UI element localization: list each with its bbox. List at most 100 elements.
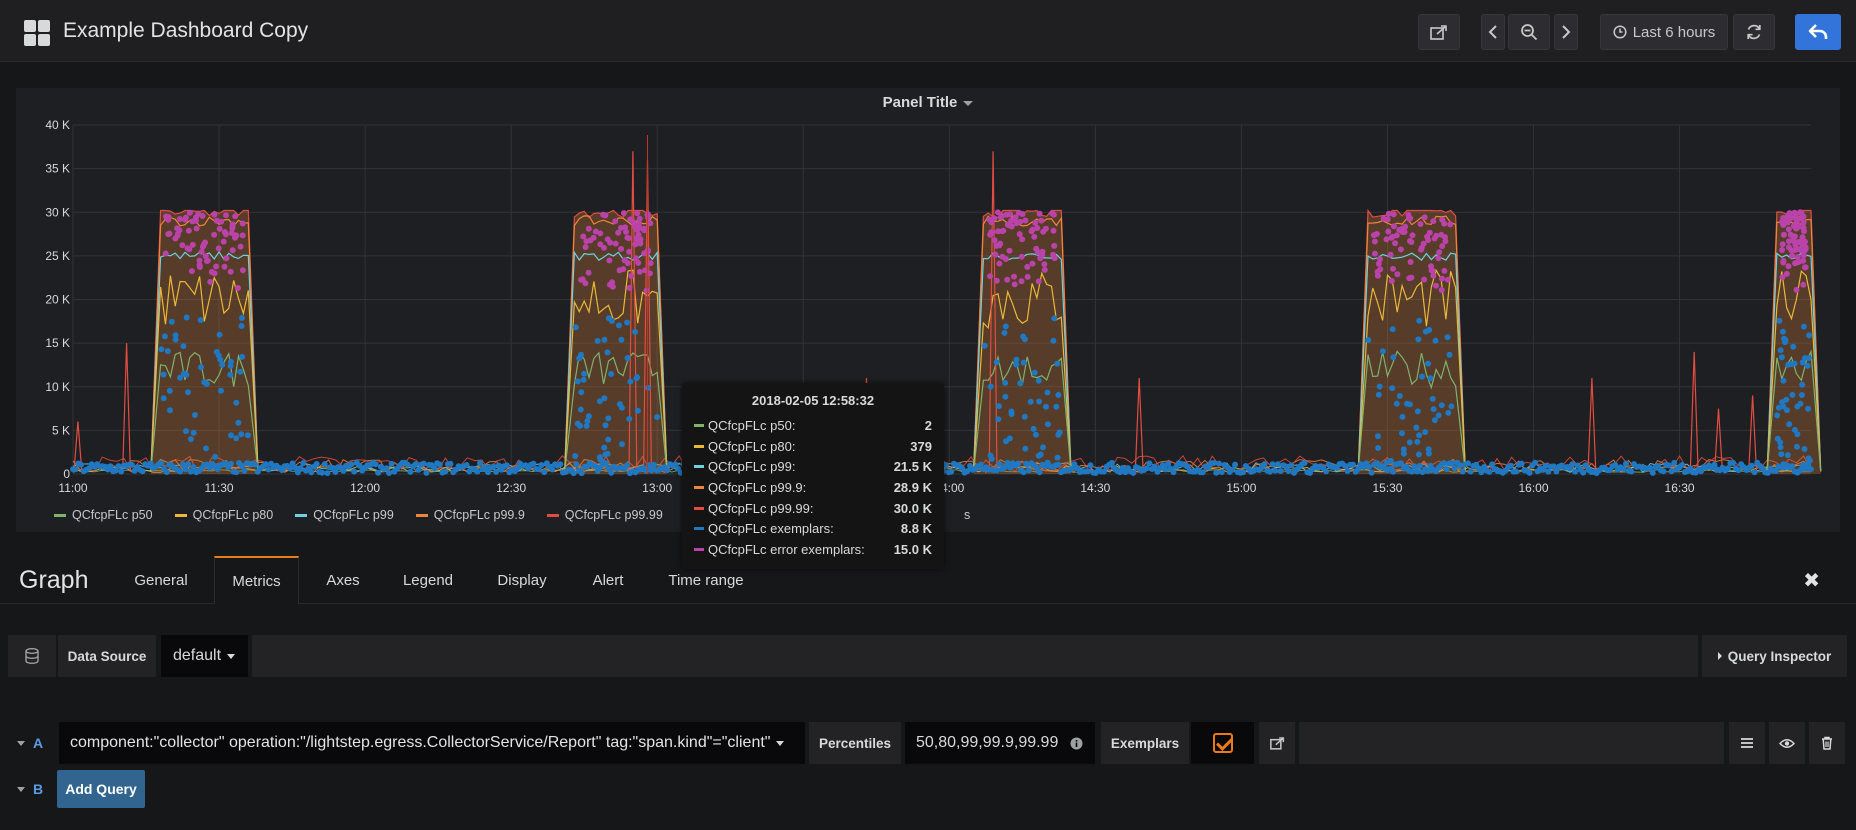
exemplars-checkbox[interactable] xyxy=(1191,722,1254,764)
tooltip-series-value: 28.9 K xyxy=(893,479,932,495)
exemplar-point xyxy=(1053,403,1060,410)
legend-item[interactable]: QCfcpFLc p99 xyxy=(295,508,394,522)
tab-display[interactable]: Display xyxy=(480,556,564,604)
tooltip-swatch xyxy=(694,423,704,427)
error-exemplar-point xyxy=(1439,216,1446,223)
error-exemplar-point xyxy=(636,215,643,222)
query-inspector-button[interactable]: Query Inspector xyxy=(1702,635,1847,677)
error-exemplar-point xyxy=(628,273,635,279)
error-exemplar-point xyxy=(995,228,1002,235)
chart-tooltip: 2018-02-05 12:58:32 QCfcpFLc p50: 2 QCfcpF… xyxy=(682,383,944,569)
exemplar-point xyxy=(1028,460,1035,467)
exemplar-point xyxy=(420,460,427,467)
query-share-button[interactable] xyxy=(1259,722,1295,764)
error-exemplar-point xyxy=(235,285,241,291)
error-exemplar-point xyxy=(229,247,236,254)
query-a-toggle[interactable]: A xyxy=(17,722,43,764)
dashboards-grid-icon[interactable] xyxy=(24,20,50,46)
exemplar-point xyxy=(161,333,168,340)
datasource-select[interactable]: default xyxy=(161,635,248,677)
exemplar-point xyxy=(1748,462,1755,469)
time-range-picker[interactable]: Last 6 hours xyxy=(1600,14,1728,50)
query-row-spacer xyxy=(1299,722,1724,764)
error-exemplar-point xyxy=(606,257,613,264)
exemplar-point xyxy=(572,453,579,459)
tooltip-series-name: QCfcpFLc error exemplars: xyxy=(708,541,865,557)
error-exemplar-point xyxy=(1384,216,1391,223)
exemplar-point xyxy=(238,431,245,438)
exemplar-point xyxy=(1432,337,1439,344)
refresh-button[interactable] xyxy=(1733,14,1775,50)
exemplar-point xyxy=(964,468,971,475)
tab-time-range[interactable]: Time range xyxy=(652,556,760,604)
legend-item[interactable]: QCfcpFLc p99.9 xyxy=(415,508,525,522)
tab-general[interactable]: General xyxy=(122,556,200,604)
error-exemplar-point xyxy=(1374,268,1381,275)
error-exemplar-point xyxy=(996,260,1003,267)
exemplar-point xyxy=(235,419,242,426)
error-exemplar-point xyxy=(1041,261,1048,268)
exemplar-point xyxy=(166,387,173,394)
exemplar-point xyxy=(1751,469,1758,476)
tab-alert[interactable]: Alert xyxy=(575,556,641,604)
exemplar-point xyxy=(1730,459,1737,466)
exemplar-point xyxy=(1776,317,1783,324)
error-exemplar-point xyxy=(1387,251,1394,258)
toggle-visibility-button[interactable] xyxy=(1769,722,1805,764)
exemplar-point xyxy=(300,460,307,467)
checkbox-checked-icon xyxy=(1212,733,1233,753)
y-tick-label: 25 K xyxy=(45,249,70,263)
exemplar-point xyxy=(601,444,608,451)
exemplar-point xyxy=(1532,459,1538,466)
exemplar-point xyxy=(321,461,328,468)
legend-item[interactable]: QCfcpFLc p99.99 xyxy=(546,508,663,522)
tab-axes[interactable]: Axes xyxy=(310,556,376,604)
exemplar-point xyxy=(308,469,315,476)
exemplar-point xyxy=(1478,469,1485,476)
exemplar-point xyxy=(1665,462,1672,469)
exemplar-point xyxy=(1368,469,1375,476)
tab-legend[interactable]: Legend xyxy=(387,556,469,604)
error-exemplar-point xyxy=(1393,232,1400,239)
exemplar-point xyxy=(185,461,192,467)
panel-title[interactable]: Panel Title xyxy=(16,94,1840,111)
query-input[interactable]: component:"collector" operation:"/lights… xyxy=(59,722,805,764)
share-button[interactable] xyxy=(1418,14,1460,50)
exemplar-point xyxy=(1526,469,1533,476)
error-exemplar-point xyxy=(1007,211,1014,218)
legend-label: QCfcpFLc p99.99 xyxy=(564,508,663,522)
exemplar-point xyxy=(1431,417,1438,424)
query-b-toggle[interactable]: B xyxy=(17,768,43,810)
error-exemplar-point xyxy=(620,210,627,217)
error-exemplar-point xyxy=(618,224,624,231)
error-exemplar-point xyxy=(585,269,592,276)
query-menu-button[interactable] xyxy=(1729,722,1765,764)
error-exemplar-point xyxy=(176,216,183,222)
tooltip-row: QCfcpFLc p99.99: 30.0 K xyxy=(694,498,932,519)
exemplar-point xyxy=(233,469,240,476)
close-editor-icon[interactable]: ✖ xyxy=(1803,568,1820,593)
dashboard-title[interactable]: Example Dashboard Copy xyxy=(63,19,308,43)
tooltip-series-name: QCfcpFLc p50: xyxy=(708,417,796,433)
error-exemplar-point xyxy=(1785,263,1792,270)
exemplar-point xyxy=(404,461,411,468)
error-exemplar-point xyxy=(220,238,227,245)
legend-item[interactable]: QCfcpFLc p80 xyxy=(174,508,273,522)
info-icon[interactable] xyxy=(1070,737,1083,750)
time-forward-button[interactable] xyxy=(1554,14,1578,50)
tab-metrics[interactable]: Metrics xyxy=(214,556,299,605)
error-exemplar-point xyxy=(1006,247,1013,254)
legend-item[interactable]: QCfcpFLc p50 xyxy=(54,508,153,522)
back-to-dashboard-button[interactable] xyxy=(1795,14,1841,50)
zoom-out-button[interactable] xyxy=(1508,14,1550,50)
error-exemplar-point xyxy=(641,227,648,234)
delete-query-button[interactable] xyxy=(1809,722,1845,764)
error-exemplar-point xyxy=(211,211,218,218)
add-query-button[interactable]: Add Query xyxy=(57,770,145,808)
exemplar-point xyxy=(115,463,122,470)
time-back-button[interactable] xyxy=(1481,14,1505,50)
error-exemplar-point xyxy=(207,278,214,285)
exemplar-point xyxy=(1416,317,1423,324)
error-exemplar-point xyxy=(1438,287,1445,293)
percentiles-input[interactable]: 50,80,99,99.9,99.99 xyxy=(905,722,1095,764)
